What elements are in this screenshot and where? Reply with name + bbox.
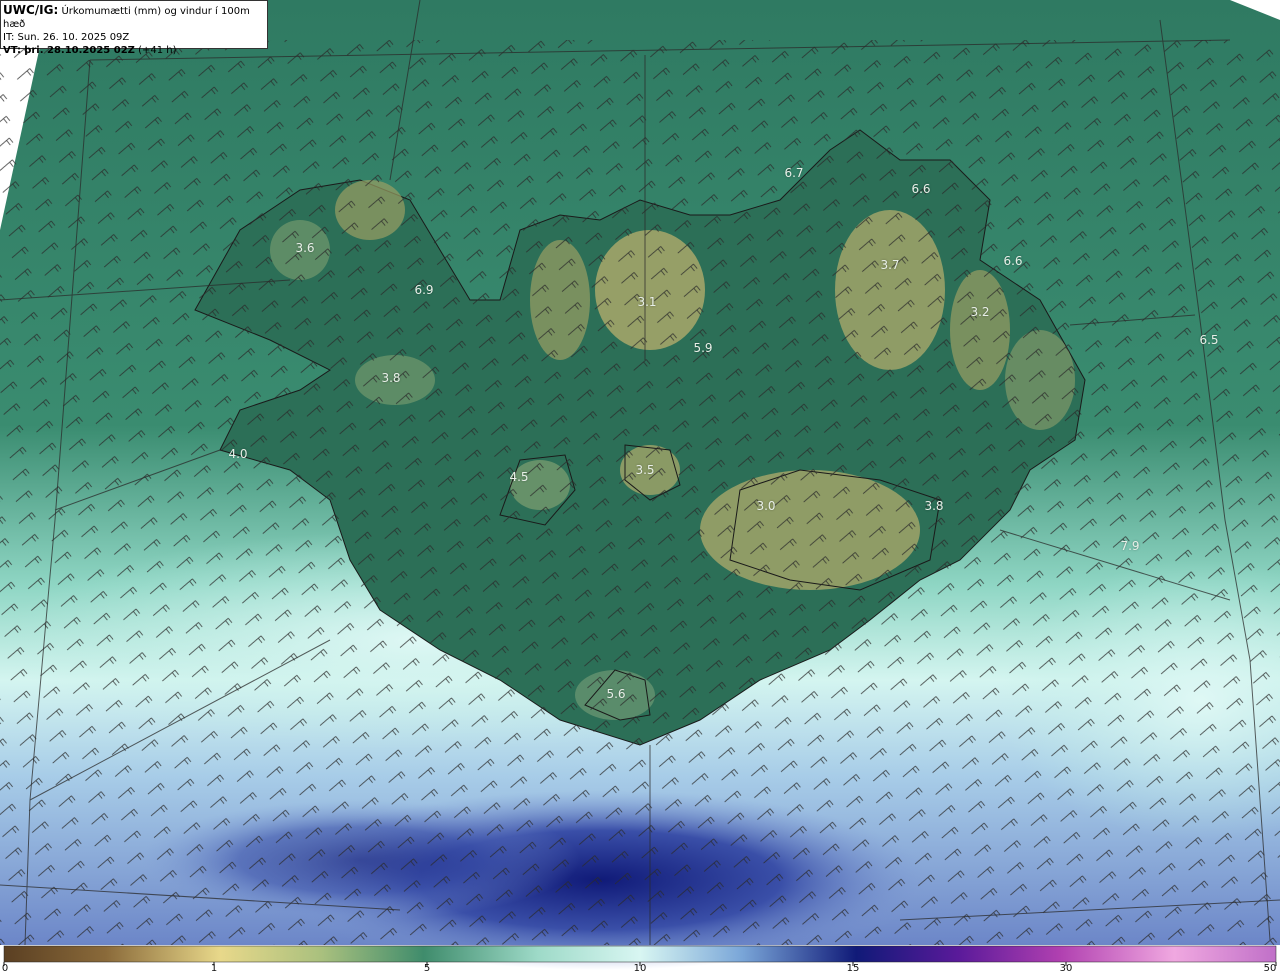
valid-time-value: þri. 28.10.2025 02Z [24, 45, 135, 56]
map-value-label: 4.5 [509, 470, 529, 484]
map-value-label: 7.9 [1120, 539, 1140, 553]
colorbar-tick-label: 5 [423, 963, 431, 974]
init-time-label: IT: [3, 32, 15, 43]
map-value-label: 6.6 [911, 182, 931, 196]
colorbar-tick-label: 10 [633, 963, 647, 974]
map-value-label: 3.5 [635, 463, 655, 477]
valid-time-line: VT: þri. 28.10.2025 02Z (+41 h) [3, 44, 265, 57]
valid-time-label: VT: [3, 45, 22, 56]
map-value-label: 5.9 [693, 341, 713, 355]
map-value-label: 5.6 [606, 687, 626, 701]
map-value-label: 3.8 [924, 499, 944, 513]
map-value-label: 3.1 [637, 295, 657, 309]
map-value-label: 3.0 [756, 499, 776, 513]
wind-barbs-layer [0, 40, 1280, 945]
map-value-label: 3.7 [880, 258, 900, 272]
map-value-label: 3.2 [970, 305, 990, 319]
model-code: UWC/IG: [3, 3, 59, 17]
map-title-box: UWC/IG: Úrkomumætti (mm) og vindur í 100… [0, 0, 268, 56]
map-value-label: 6.7 [784, 166, 804, 180]
colorbar-tick-label: 15 [846, 963, 860, 974]
map-value-label: 3.6 [295, 241, 315, 255]
map-value-label: 4.0 [228, 447, 248, 461]
map-value-label: 6.9 [414, 283, 434, 297]
init-time-value: Sun. 26. 10. 2025 09Z [17, 32, 130, 43]
lead-time: (+41 h) [138, 45, 177, 56]
map-value-label: 6.5 [1199, 333, 1219, 347]
init-time-line: IT: Sun. 26. 10. 2025 09Z [3, 31, 265, 44]
map-value-label: 3.8 [381, 371, 401, 385]
colorbar-tick-label: 1 [210, 963, 218, 974]
map-value-label: 6.6 [1003, 254, 1023, 268]
colorbar-tick-label: 50 [1263, 963, 1277, 974]
colorbar-tick-label: 0 [1, 963, 9, 974]
precipitation-map [0, 0, 1280, 970]
title-line: UWC/IG: Úrkomumætti (mm) og vindur í 100… [3, 4, 265, 31]
colorbar-tick-label: 30 [1059, 963, 1073, 974]
